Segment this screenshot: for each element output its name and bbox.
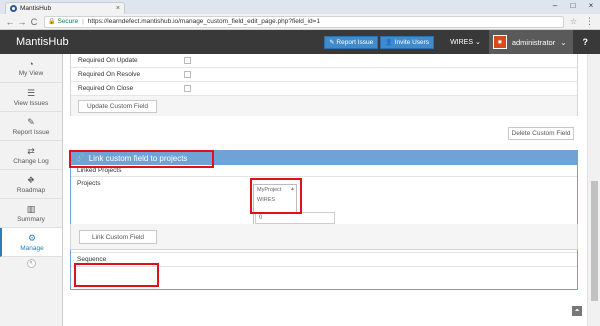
pencil-icon: ✎ — [27, 116, 35, 127]
window-controls: – □ × — [550, 1, 596, 10]
page-scrollbar[interactable] — [587, 54, 600, 326]
navbar-right: ✎ Report Issue 👤 Invite Users WIRES ⌄ ✸ … — [324, 30, 600, 54]
chevron-down-icon: ⌄ — [474, 39, 481, 46]
sidebar: ◔ My View ☰ View Issues ✎ Report Issue ⇄… — [0, 54, 63, 326]
sidebar-item-view-issues[interactable]: ☰ View Issues — [0, 83, 62, 112]
back-icon[interactable]: ← — [4, 17, 16, 27]
row-label: Required On Update — [78, 57, 138, 64]
lock-icon: 🔒 — [48, 19, 56, 25]
row-label: Required On Close — [78, 85, 134, 92]
bookmark-star-icon[interactable]: ☆ — [570, 17, 577, 26]
chevron-down-icon: ⌄ — [560, 37, 567, 47]
tab-title: MantisHub — [20, 5, 52, 12]
highlight-box-link-button — [74, 263, 159, 287]
required-on-update-row: Required On Update — [71, 54, 577, 68]
retweet-icon: ⇄ — [27, 145, 35, 156]
tab-close-icon[interactable]: × — [116, 5, 120, 12]
sidebar-item-roadmap[interactable]: ⛖ Roadmap — [0, 170, 62, 199]
highlight-box-title — [69, 150, 214, 168]
required-on-update-checkbox[interactable] — [184, 57, 191, 64]
panel-footer: Update Custom Field — [71, 96, 577, 116]
update-custom-field-button[interactable]: Update Custom Field — [78, 100, 157, 113]
invite-users-button[interactable]: 👤 Invite Users — [380, 35, 435, 49]
sidebar-item-my-view[interactable]: ◔ My View — [0, 54, 62, 83]
scrollbar-thumb[interactable] — [591, 181, 598, 301]
maximize-icon[interactable]: □ — [568, 1, 578, 10]
sidebar-collapse[interactable]: « — [0, 257, 62, 269]
report-issue-label: Report Issue — [336, 38, 374, 46]
projects-label: Projects — [77, 180, 101, 187]
delete-custom-field-button[interactable]: Delete Custom Field — [508, 127, 574, 140]
sidebar-item-label: View Issues — [13, 99, 49, 107]
linked-projects-label: Linked Projects — [77, 167, 122, 174]
sidebar-item-label: Manage — [20, 244, 44, 252]
gears-icon: ⚙ — [27, 232, 37, 243]
bar-chart-icon: ▥ — [26, 203, 36, 214]
secure-label: Secure — [57, 18, 79, 25]
browser-toolbar: ← → C 🔒 Secure | https://learndefect.man… — [0, 14, 600, 30]
row-label: Required On Resolve — [78, 71, 141, 78]
custom-field-panel: Required On Update Required On Resolve R… — [70, 54, 578, 116]
link-custom-field-button[interactable]: Link Custom Field — [79, 230, 157, 244]
report-issue-button[interactable]: ✎ Report Issue — [324, 35, 379, 49]
sidebar-item-label: Roadmap — [16, 186, 46, 194]
sidebar-item-label: My View — [18, 70, 44, 77]
required-on-close-row: Required On Close — [71, 82, 577, 96]
project-name: WIRES — [450, 39, 474, 46]
user-menu[interactable]: ✸ administrator ⌄ — [488, 30, 573, 54]
browser-titlebar: MantisHub × – □ × — [0, 0, 600, 14]
edit-icon: ✎ — [329, 39, 335, 46]
dashboard-icon: ◔ — [28, 59, 34, 69]
sidebar-item-manage[interactable]: ⚙ Manage — [0, 228, 62, 257]
road-icon: ⛖ — [27, 174, 35, 185]
scroll-to-top-icon[interactable]: ⏶ — [572, 306, 582, 316]
project-selector[interactable]: WIRES ⌄ — [450, 38, 481, 46]
double-chevron-icon: « — [26, 258, 36, 268]
user-plus-icon: 👤 — [385, 39, 393, 46]
forward-icon[interactable]: → — [16, 17, 28, 27]
main-content: Required On Update Required On Resolve R… — [64, 54, 587, 326]
invite-users-label: Invite Users — [394, 38, 430, 46]
browser-tab[interactable]: MantisHub × — [5, 2, 125, 14]
address-separator: | — [82, 18, 84, 25]
close-window-icon[interactable]: × — [586, 1, 596, 10]
address-bar[interactable]: 🔒 Secure | https://learndefect.mantishub… — [44, 15, 564, 28]
sidebar-item-change-log[interactable]: ⇄ Change Log — [0, 141, 62, 170]
sequence-label: Sequence — [77, 256, 107, 263]
highlight-box-projects — [250, 178, 302, 214]
url-text: https://learndefect.mantishub.io/manage_… — [87, 18, 320, 25]
username: administrator — [511, 37, 556, 47]
help-button[interactable]: ? — [583, 37, 589, 47]
browser-menu-icon[interactable]: ⋮ — [585, 16, 594, 27]
sidebar-item-label: Change Log — [13, 157, 49, 165]
sidebar-item-label: Report Issue — [12, 128, 50, 136]
avatar: ✸ — [492, 35, 507, 49]
app-navbar: MantisHub ✎ Report Issue 👤 Invite Users … — [0, 30, 600, 54]
brand-logo[interactable]: MantisHub — [16, 36, 69, 48]
reload-icon[interactable]: C — [28, 17, 40, 27]
sidebar-item-report-issue[interactable]: ✎ Report Issue — [0, 112, 62, 141]
required-on-resolve-checkbox[interactable] — [184, 71, 191, 78]
sidebar-item-summary[interactable]: ▥ Summary — [0, 199, 62, 228]
link-panel-footer: Link Custom Field — [70, 224, 578, 250]
list-icon: ☰ — [26, 87, 36, 98]
minimize-icon[interactable]: – — [550, 1, 560, 10]
sidebar-item-label: Summary — [17, 215, 45, 223]
required-on-close-checkbox[interactable] — [184, 85, 191, 92]
required-on-resolve-row: Required On Resolve — [71, 68, 577, 82]
mantishub-favicon-icon — [10, 5, 17, 12]
